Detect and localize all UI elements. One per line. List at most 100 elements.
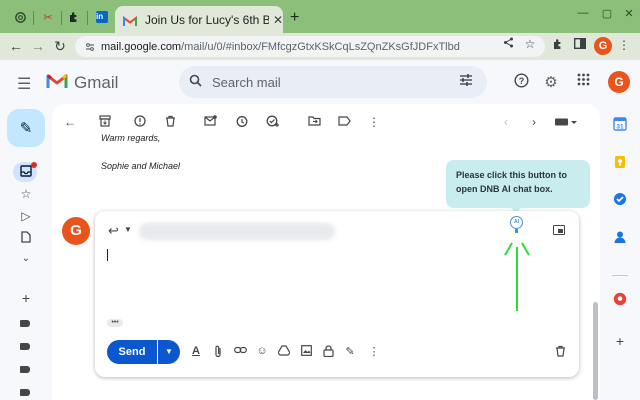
- site-info-icon[interactable]: [85, 42, 95, 52]
- settings-gear-icon[interactable]: ⚙: [542, 73, 560, 91]
- tab-separator: [87, 11, 88, 25]
- signature-pen-icon[interactable]: ✎: [343, 345, 357, 358]
- attach-files-icon[interactable]: [211, 345, 225, 361]
- close-window-icon[interactable]: ✕: [621, 7, 637, 20]
- extensions-icon[interactable]: [550, 38, 566, 53]
- newer-chevron-icon[interactable]: ‹: [498, 115, 514, 129]
- url-host: mail.google.com: [101, 40, 182, 53]
- mark-unread-icon[interactable]: [202, 115, 218, 129]
- apps-grid-icon[interactable]: [574, 73, 592, 90]
- archive-icon[interactable]: [97, 115, 113, 130]
- label-tag-icon[interactable]: [20, 389, 30, 396]
- create-label-icon[interactable]: +: [17, 290, 35, 306]
- reply-type-caret-icon[interactable]: ▼: [124, 225, 132, 234]
- sender-avatar: G: [62, 217, 90, 245]
- contacts-icon[interactable]: [612, 230, 628, 246]
- reply-compose-box: ↩ ▼ AI ••• Send ▼ A ☺ ✎ ⋮: [95, 211, 579, 377]
- older-chevron-icon[interactable]: ›: [526, 115, 542, 129]
- confidential-mode-icon[interactable]: [321, 345, 335, 360]
- bookmark-star-icon[interactable]: ☆: [522, 37, 538, 51]
- gmail-header: ☰ Gmail Search mail ? ⚙ G: [0, 60, 640, 104]
- new-tab-button[interactable]: +: [290, 9, 299, 27]
- svg-text:?: ?: [518, 76, 524, 86]
- more-options-icon[interactable]: ⋮: [366, 115, 382, 129]
- tab-strip: ✂ in Join Us for Lucy's 6th Birt ✕ + — ▢…: [0, 0, 640, 33]
- gmail-favicon-icon: [123, 14, 137, 26]
- drive-icon[interactable]: [277, 345, 291, 359]
- side-panel-divider: [612, 275, 628, 276]
- url-path: /mail/u/0/#inbox/FMfcgzGtxKSkCqLsZQnZKsG…: [181, 40, 460, 53]
- side-panel: [604, 104, 640, 400]
- get-addons-icon[interactable]: +: [612, 333, 628, 349]
- address-bar[interactable]: mail.google.com/mail/u/0/#inbox/FMfcgzGt…: [75, 36, 545, 57]
- discard-draft-icon[interactable]: [553, 345, 567, 360]
- formatting-options-icon[interactable]: A: [189, 345, 203, 357]
- label-tag-icon[interactable]: [20, 320, 30, 327]
- search-options-icon[interactable]: [459, 74, 473, 89]
- more-chevron-icon[interactable]: ⌄: [17, 253, 35, 264]
- close-tab-icon[interactable]: ✕: [273, 13, 283, 27]
- compose-button[interactable]: ✎: [7, 109, 45, 147]
- insert-photo-icon[interactable]: [299, 345, 313, 359]
- delete-icon[interactable]: [162, 115, 178, 130]
- browser-profile-avatar[interactable]: G: [594, 37, 612, 55]
- label-tag-icon[interactable]: [20, 343, 30, 350]
- unread-dot: [31, 162, 37, 168]
- reload-icon[interactable]: ↻: [51, 37, 69, 55]
- gmail-logo-icon[interactable]: [46, 72, 68, 90]
- label-icon[interactable]: [336, 115, 352, 129]
- keep-icon[interactable]: [612, 155, 628, 171]
- input-tools-icon[interactable]: [554, 115, 578, 129]
- text-cursor: [107, 249, 108, 261]
- search-bar[interactable]: Search mail: [179, 66, 487, 98]
- more-compose-options-icon[interactable]: ⋮: [367, 345, 381, 358]
- side-panel-icon[interactable]: [572, 37, 588, 52]
- help-icon[interactable]: ?: [512, 73, 530, 92]
- recipient-field-blurred[interactable]: [139, 223, 335, 240]
- sent-icon[interactable]: ▷: [17, 209, 35, 223]
- dnb-ai-button[interactable]: AI: [510, 216, 523, 229]
- report-spam-icon[interactable]: [132, 115, 148, 130]
- linkedin-icon[interactable]: in: [91, 6, 113, 28]
- back-to-inbox-icon[interactable]: ←: [62, 115, 78, 129]
- maximize-icon[interactable]: ▢: [599, 7, 615, 20]
- emoji-icon[interactable]: ☺: [255, 345, 269, 357]
- browser-menu-icon[interactable]: ⋮: [616, 38, 632, 52]
- minimize-icon[interactable]: —: [575, 7, 591, 19]
- back-icon[interactable]: ←: [7, 37, 25, 55]
- message-closing: Warm regards,: [101, 133, 161, 143]
- starred-icon[interactable]: ☆: [17, 187, 35, 201]
- addon-icon[interactable]: [612, 292, 628, 308]
- reply-type-icon[interactable]: ↩: [108, 223, 119, 239]
- scrollbar[interactable]: [593, 302, 598, 400]
- label-tag-icon[interactable]: [20, 366, 30, 373]
- account-avatar[interactable]: G: [608, 71, 630, 93]
- main-menu-icon[interactable]: ☰: [17, 74, 31, 94]
- scissors-icon[interactable]: ✂: [37, 6, 59, 28]
- linkedin-icon-label: in: [96, 11, 108, 23]
- gmail-wordmark: Gmail: [74, 73, 119, 92]
- tasks-icon[interactable]: [612, 192, 628, 208]
- tab-separator: [61, 11, 62, 25]
- forward-icon[interactable]: →: [29, 37, 47, 55]
- search-input[interactable]: Search mail: [212, 75, 281, 90]
- drafts-icon[interactable]: [17, 231, 35, 246]
- url-text: mail.google.com/mail/u/0/#inbox/FMfcgzGt…: [101, 41, 460, 53]
- show-trimmed-content-button[interactable]: •••: [107, 319, 123, 327]
- chatgpt-icon[interactable]: [9, 6, 31, 28]
- send-button[interactable]: Send: [107, 340, 157, 364]
- pencil-icon: ✎: [19, 120, 33, 137]
- search-icon[interactable]: [189, 74, 202, 90]
- tab-separator: [33, 11, 34, 25]
- puzzle-icon[interactable]: [63, 6, 85, 28]
- tab-active[interactable]: Join Us for Lucy's 6th Birt ✕: [115, 6, 283, 33]
- add-task-icon[interactable]: [264, 115, 280, 130]
- snooze-icon[interactable]: [234, 115, 250, 130]
- popout-reply-icon[interactable]: [553, 225, 565, 235]
- share-icon[interactable]: [500, 37, 516, 51]
- calendar-icon[interactable]: 31: [612, 117, 628, 133]
- send-options-icon[interactable]: ▼: [158, 340, 180, 364]
- move-to-icon[interactable]: [306, 115, 322, 129]
- insert-link-icon[interactable]: [233, 345, 247, 357]
- svg-text:31: 31: [616, 124, 624, 131]
